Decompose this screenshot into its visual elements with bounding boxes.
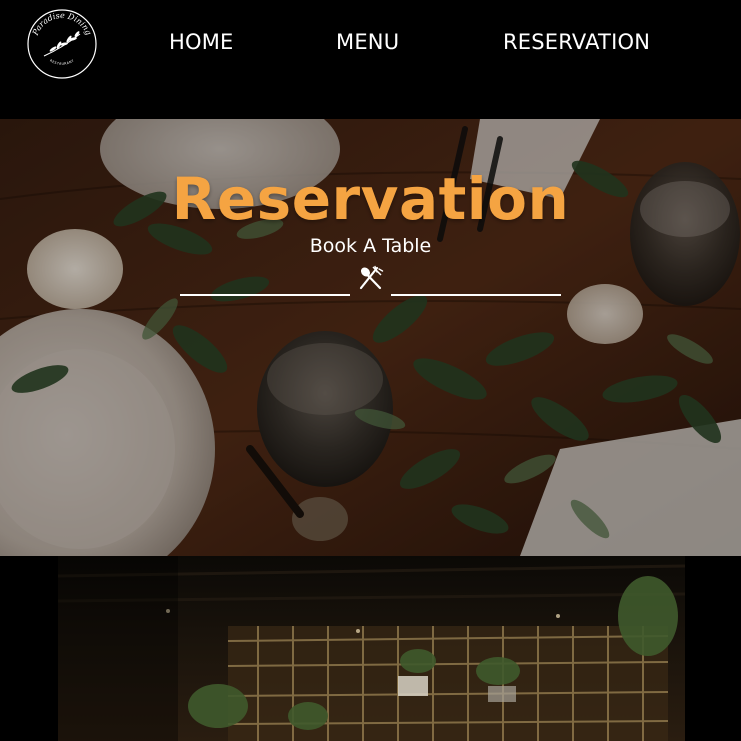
nav-item-reservation[interactable]: RESERVATION bbox=[503, 26, 650, 58]
page-subtitle: Book A Table bbox=[309, 235, 432, 257]
divider-line-right bbox=[391, 294, 561, 296]
site-header: Paradise Dining RESTAURANT HOME MENU RES… bbox=[0, 0, 741, 119]
svg-text:RESTAURANT: RESTAURANT bbox=[49, 59, 75, 66]
hero-banner: Reservation Book A Table bbox=[0, 119, 741, 556]
interior-photo-graphic bbox=[58, 556, 685, 741]
divider-line-left bbox=[180, 294, 350, 296]
logo-tagline: RESTAURANT bbox=[49, 59, 74, 66]
fork-spoon-icon bbox=[359, 265, 384, 290]
main-nav: HOME MENU RESERVATION bbox=[0, 26, 741, 58]
nav-item-menu[interactable]: MENU bbox=[336, 26, 399, 58]
nav-item-home[interactable]: HOME bbox=[169, 26, 234, 58]
reservation-page: Paradise Dining RESTAURANT HOME MENU RES… bbox=[0, 0, 741, 741]
restaurant-interior-photo bbox=[58, 556, 685, 741]
lower-section bbox=[0, 556, 741, 741]
page-title: Reservation bbox=[171, 165, 570, 233]
